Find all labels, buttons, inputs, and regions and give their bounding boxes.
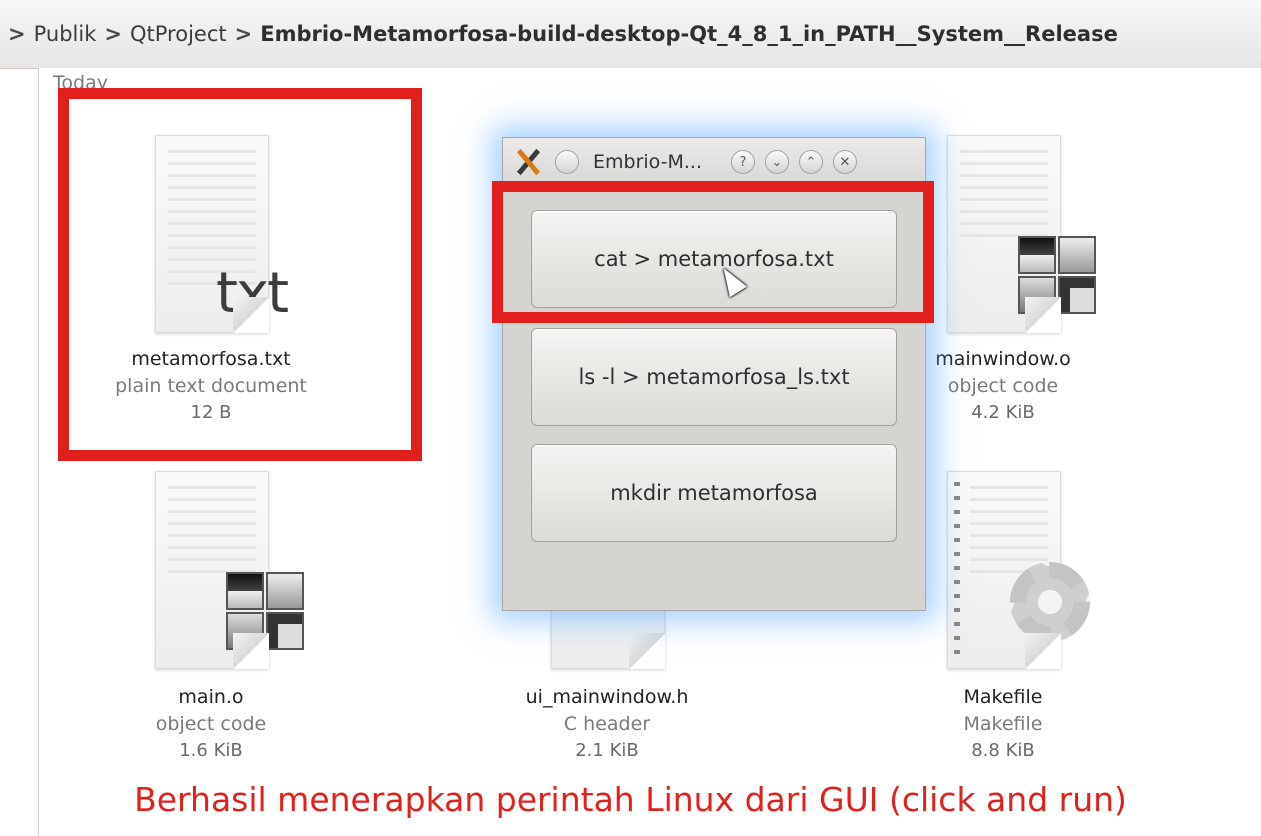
help-icon[interactable]: ? <box>731 150 755 174</box>
caption-text: Berhasil menerapkan perintah Linux dari … <box>134 780 1127 819</box>
file-type: object code <box>155 713 267 735</box>
breadcrumb: > Publik > QtProject > Embrio-Metamorfos… <box>0 0 1261 69</box>
highlight-box-file <box>58 88 422 461</box>
object-code-icon <box>947 135 1096 333</box>
maximize-icon[interactable]: ⌃ <box>799 150 823 174</box>
highlight-box-button <box>492 181 934 323</box>
breadcrumb-separator: > <box>104 22 122 46</box>
breadcrumb-item-qtproject[interactable]: QtProject <box>130 22 227 46</box>
file-name: ui_mainwindow.h <box>525 686 689 708</box>
breadcrumb-item-current[interactable]: Embrio-Metamorfosa-build-desktop-Qt_4_8_… <box>260 22 1118 46</box>
file-name: main.o <box>178 686 244 708</box>
file-size: 1.6 KiB <box>179 740 243 761</box>
mkdir-command-button[interactable]: mkdir metamorfosa <box>531 444 897 542</box>
breadcrumb-separator: > <box>234 22 253 46</box>
close-icon[interactable]: ✕ <box>833 150 857 174</box>
breadcrumb-separator: > <box>8 22 26 46</box>
window-menu-icon[interactable] <box>555 150 579 174</box>
file-size: 2.1 KiB <box>575 740 639 761</box>
file-type: C header <box>563 713 651 735</box>
dialog-title: Embrio-M... <box>593 151 703 173</box>
breadcrumb-item-publik[interactable]: Publik <box>34 22 97 46</box>
file-name: Makefile <box>963 686 1043 708</box>
file-type: Makefile <box>963 713 1043 735</box>
dialog-titlebar[interactable]: Embrio-M... ? ⌄ ⌃ ✕ <box>503 138 925 186</box>
minimize-icon[interactable]: ⌄ <box>765 150 789 174</box>
file-size: 8.8 KiB <box>971 740 1035 761</box>
app-logo-icon <box>515 149 541 175</box>
makefile-icon <box>947 471 1090 669</box>
ls-command-button[interactable]: ls -l > metamorfosa_ls.txt <box>531 328 897 426</box>
gear-icon <box>1010 562 1090 642</box>
object-code-icon <box>155 471 304 669</box>
